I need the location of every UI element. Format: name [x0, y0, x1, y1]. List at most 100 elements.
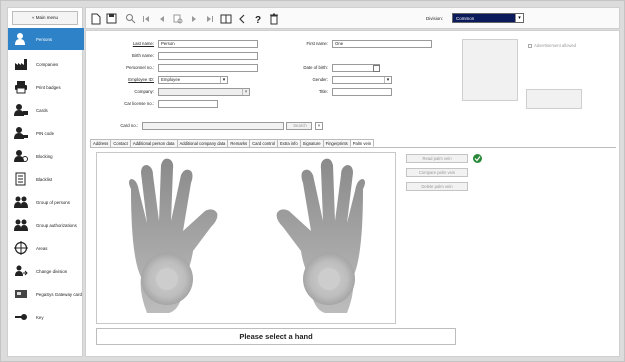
palm-status-message: Please select a hand — [96, 328, 456, 345]
last-record-icon[interactable] — [204, 12, 216, 25]
division-select[interactable]: Common ▾ — [452, 13, 524, 23]
sidebar-item-label: Key — [36, 314, 44, 320]
birth-name-field[interactable] — [158, 52, 258, 60]
gender-select[interactable]: ▾ — [332, 76, 392, 84]
employee-id-value: Employee — [161, 77, 181, 82]
blacklist-icon — [12, 170, 30, 188]
person-detail-panel: Last name: Person First name: One Birth … — [85, 30, 620, 357]
sidebar-item-label: Cards — [36, 107, 48, 113]
svg-text:?: ? — [255, 15, 261, 24]
sidebar-item-label: Blocking — [36, 153, 53, 159]
sidebar-item-pin-code[interactable]: PIN code — [8, 122, 84, 144]
division-label: Division: — [426, 16, 444, 21]
tab-card-control[interactable]: Card control — [249, 139, 278, 147]
tab-additional-company-data[interactable]: Additional company data — [176, 139, 229, 147]
sidebar-item-change-division[interactable]: Change division — [8, 260, 84, 282]
tab-extra-info[interactable]: Extra info — [276, 139, 301, 147]
date-of-birth-label: Date of birth: — [303, 65, 328, 70]
sidebar-item-areas[interactable]: Areas — [8, 237, 84, 259]
advertisement-label: Advertisement allowed — [534, 43, 577, 48]
close-icon: × — [317, 123, 321, 128]
tab-additional-person-data[interactable]: Additional person data — [129, 139, 178, 147]
previous-record-icon[interactable] — [156, 12, 168, 25]
tab-fingerprints[interactable]: Fingerprints — [322, 139, 351, 147]
block-person-icon — [12, 147, 30, 165]
sidebar-item-key[interactable]: Key — [8, 306, 84, 328]
sidebar-item-group-of-persons[interactable]: Group of persons — [8, 191, 84, 213]
last-name-label: Last name: — [132, 41, 154, 46]
next-record-icon[interactable] — [188, 12, 200, 25]
palm-selection-area — [96, 152, 396, 324]
personnel-no-label: Personnel no.: — [126, 65, 154, 70]
record-browser-icon[interactable] — [172, 12, 184, 25]
compare-palm-vein-button[interactable]: Compare palm vein — [406, 168, 468, 177]
signature-preview — [526, 89, 582, 109]
gateway-card-icon — [12, 285, 30, 303]
sidebar-item-label: Group of persons — [36, 199, 70, 205]
save-icon[interactable] — [105, 12, 117, 25]
sidebar-item-blacklist[interactable]: Blacklist — [8, 168, 84, 190]
first-record-icon[interactable] — [140, 12, 152, 25]
sidebar-item-group-authorizations[interactable]: Group authorizations — [8, 214, 84, 236]
tab-remarks[interactable]: Remarks — [227, 139, 251, 147]
sidebar-item-label: PegaSys Gateway card — [36, 291, 82, 297]
right-hand[interactable] — [276, 158, 365, 313]
main-menu-button[interactable]: « Main menu — [12, 11, 78, 25]
card-no-field[interactable] — [142, 122, 284, 130]
sidebar-item-label: Group authorizations — [36, 222, 77, 228]
delete-icon[interactable] — [268, 12, 280, 25]
tab-contact[interactable]: Contact — [110, 139, 131, 147]
new-icon[interactable] — [90, 12, 102, 25]
car-license-label: Car license no.: — [124, 101, 154, 106]
car-license-field[interactable] — [158, 100, 218, 108]
title-label: Title: — [318, 89, 328, 94]
last-name-field[interactable]: Person — [158, 40, 258, 48]
person-photo[interactable] — [462, 39, 518, 101]
company-select[interactable]: ▾ — [158, 88, 250, 96]
sidebar-item-blocking[interactable]: Blocking — [8, 145, 84, 167]
employee-id-label: Employee ID: — [128, 77, 154, 82]
group-auth-icon — [12, 216, 30, 234]
sidebar-item-label: Change division — [36, 268, 68, 274]
title-field[interactable] — [332, 88, 392, 96]
gender-label: Gender: — [312, 77, 328, 82]
back-icon[interactable] — [236, 12, 248, 25]
checkbox-box[interactable] — [528, 43, 532, 48]
card-search-button[interactable]: Search — [286, 122, 312, 130]
tab-address[interactable]: Address — [90, 139, 112, 147]
sidebar-item-persons[interactable]: Persons — [8, 28, 84, 50]
sidebar-item-label: Print badges — [36, 84, 61, 90]
sidebar-item-print-badges[interactable]: Print badges — [8, 76, 84, 98]
chevron-down-icon: ▾ — [220, 77, 227, 83]
birth-name-label: Birth name: — [132, 53, 154, 58]
sidebar-item-label: Areas — [36, 245, 48, 251]
calendar-icon[interactable] — [372, 64, 380, 72]
sidebar-item-label: Companies — [36, 61, 59, 67]
help-icon[interactable]: ? — [252, 12, 264, 25]
first-name-field[interactable]: One — [332, 40, 432, 48]
chevron-down-icon: ▾ — [242, 89, 249, 95]
advertisement-checkbox[interactable]: Advertisement allowed — [528, 43, 576, 48]
sidebar-item-companies[interactable]: Companies — [8, 53, 84, 75]
sidebar: « Main menu Persons Companies Print badg… — [7, 7, 84, 357]
division-value: Common — [456, 16, 475, 21]
chevron-down-icon: ▾ — [515, 14, 523, 22]
personnel-no-field[interactable] — [158, 64, 258, 72]
change-division-icon — [12, 262, 30, 280]
columns-icon[interactable] — [220, 12, 232, 25]
employee-id-select[interactable]: Employee ▾ — [158, 76, 228, 84]
sidebar-item-gateway-card[interactable]: PegaSys Gateway card — [8, 283, 84, 305]
tab-signature[interactable]: Signature — [299, 139, 324, 147]
card-no-label: Card no.: — [120, 123, 138, 128]
tab-palm-vein[interactable]: Palm vein — [349, 139, 375, 147]
search-icon[interactable] — [124, 12, 136, 25]
card-clear-button[interactable]: × — [315, 122, 323, 130]
printer-icon — [12, 78, 30, 96]
sidebar-item-cards[interactable]: Cards — [8, 99, 84, 121]
card-person-icon — [12, 101, 30, 119]
factory-icon — [12, 55, 30, 73]
delete-palm-vein-button[interactable]: Delete palm vein — [406, 182, 468, 191]
read-palm-vein-button[interactable]: Read palm vein — [406, 154, 468, 163]
company-label: Company: — [134, 89, 154, 94]
left-hand[interactable] — [129, 158, 218, 313]
